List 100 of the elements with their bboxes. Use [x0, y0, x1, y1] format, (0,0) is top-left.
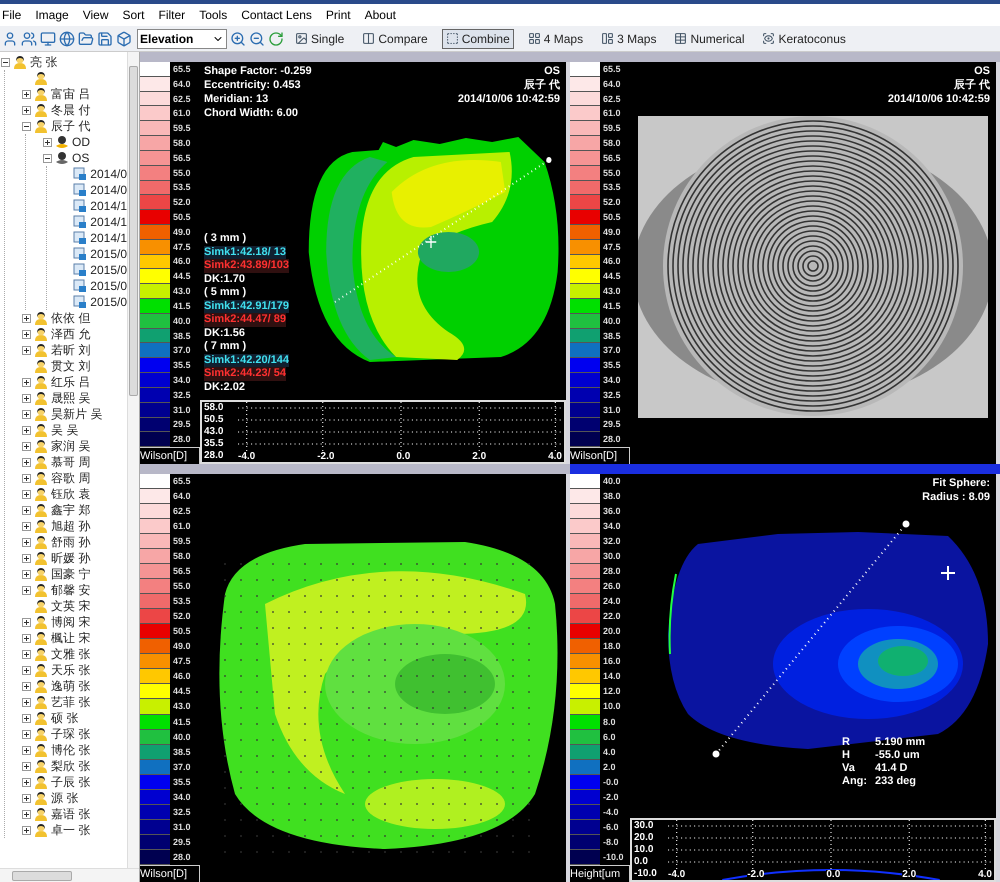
- tree-item-label[interactable]: 郁馨 安: [51, 581, 90, 599]
- tree-item-label[interactable]: 旭超 孙: [51, 517, 90, 535]
- menu-item[interactable]: About: [364, 6, 396, 24]
- expand-icon[interactable]: [22, 410, 30, 418]
- tree-item-label[interactable]: 昕媛 孙: [51, 549, 90, 567]
- tree-item-label[interactable]: 辰子 代: [51, 117, 90, 135]
- menu-item[interactable]: Contact Lens: [241, 6, 312, 24]
- expand-icon[interactable]: [22, 730, 30, 738]
- view-mode-button[interactable]: 4 Maps: [524, 28, 588, 48]
- toolbar-icon[interactable]: [116, 30, 132, 46]
- tree-item-label[interactable]: 2014/1: [90, 229, 127, 247]
- expand-icon[interactable]: [22, 90, 30, 98]
- tree-item-label[interactable]: 文英 宋: [51, 597, 90, 615]
- view-mode-button[interactable]: Combine: [442, 28, 514, 48]
- tree-item-label[interactable]: 依依 但: [51, 309, 90, 327]
- tree-item-label[interactable]: 逸萌 张: [51, 677, 90, 695]
- tree-item-label[interactable]: 嘉语 张: [51, 805, 90, 823]
- tree-item-label[interactable]: OS: [72, 149, 90, 167]
- toolbar-icon[interactable]: [40, 30, 56, 46]
- tree-item-label[interactable]: 博伦 张: [51, 741, 90, 759]
- menu-item[interactable]: Image: [35, 6, 69, 24]
- expand-icon[interactable]: [42, 138, 52, 146]
- menu-item[interactable]: Sort: [122, 6, 145, 24]
- toolbar-icon[interactable]: [97, 30, 113, 46]
- zoom-in-icon[interactable]: [230, 30, 246, 46]
- collapse-icon[interactable]: [22, 122, 30, 130]
- menu-item[interactable]: Print: [326, 6, 351, 24]
- expand-icon[interactable]: [22, 346, 30, 354]
- expand-icon[interactable]: [22, 554, 30, 562]
- expand-icon[interactable]: [22, 826, 30, 834]
- expand-icon[interactable]: [22, 378, 30, 386]
- tree-item-label[interactable]: 若昕 刘: [51, 341, 90, 359]
- expand-icon[interactable]: [22, 698, 30, 706]
- vertical-scrollbar[interactable]: [127, 52, 139, 868]
- expand-icon[interactable]: [22, 474, 30, 482]
- refresh-icon[interactable]: [268, 30, 284, 46]
- expand-icon[interactable]: [22, 538, 30, 546]
- tree-item-label[interactable]: 2015/0: [90, 293, 127, 311]
- menu-item[interactable]: View: [82, 6, 108, 24]
- tree-item-label[interactable]: 楓让 宋: [51, 629, 90, 647]
- zoom-out-icon[interactable]: [249, 30, 265, 46]
- expand-icon[interactable]: [22, 650, 30, 658]
- map-type-dropdown[interactable]: Elevation: [137, 28, 227, 48]
- expand-icon[interactable]: [22, 570, 30, 578]
- tree-item-label[interactable]: 卓一 张: [51, 821, 90, 839]
- tree-item-label[interactable]: 泽西 允: [51, 325, 90, 343]
- tree-item-label[interactable]: 晟熙 吴: [51, 389, 90, 407]
- expand-icon[interactable]: [22, 746, 30, 754]
- view-mode-button[interactable]: Single: [291, 28, 348, 48]
- view-mode-button[interactable]: Compare: [358, 28, 432, 48]
- expand-icon[interactable]: [22, 586, 30, 594]
- tree-item-label[interactable]: 吴 吴: [51, 421, 78, 439]
- toolbar-icon[interactable]: [2, 30, 18, 46]
- expand-icon[interactable]: [22, 442, 30, 450]
- menu-item[interactable]: File: [2, 6, 22, 24]
- tree-item-label[interactable]: OD: [72, 133, 90, 151]
- tree-item-label[interactable]: 家润 吴: [51, 437, 90, 455]
- menu-item[interactable]: Filter: [158, 6, 186, 24]
- tree-item-label[interactable]: 2015/0: [90, 245, 127, 263]
- tree-item-label[interactable]: 子辰 张: [51, 773, 90, 791]
- tree-item-label[interactable]: 红乐 吕: [51, 373, 90, 391]
- tree-item-label[interactable]: 亮 张: [30, 53, 58, 71]
- expand-icon[interactable]: [22, 666, 30, 674]
- expand-icon[interactable]: [22, 762, 30, 770]
- tree-item-label[interactable]: 文雅 张: [51, 645, 90, 663]
- tree-item-label[interactable]: 博阅 宋: [51, 613, 90, 631]
- horizontal-scrollbar[interactable]: [0, 868, 139, 882]
- tree-item-label[interactable]: 鑫宇 郑: [51, 501, 90, 519]
- tree-item-label[interactable]: 天乐 张: [51, 661, 90, 679]
- menu-item[interactable]: Tools: [199, 6, 228, 24]
- tree-item-label[interactable]: 源 张: [51, 789, 78, 807]
- tree-item-label[interactable]: 梨欣 张: [51, 757, 90, 775]
- expand-icon[interactable]: [22, 394, 30, 402]
- toolbar-icon[interactable]: [21, 30, 37, 46]
- view-mode-button[interactable]: Numerical: [670, 28, 748, 48]
- expand-icon[interactable]: [22, 314, 30, 322]
- tree-item-label[interactable]: 2015/0: [90, 277, 127, 295]
- expand-icon[interactable]: [22, 426, 30, 434]
- expand-icon[interactable]: [22, 330, 30, 338]
- expand-icon[interactable]: [22, 714, 30, 722]
- expand-icon[interactable]: [22, 618, 30, 626]
- expand-icon[interactable]: [22, 634, 30, 642]
- expand-icon[interactable]: [22, 794, 30, 802]
- expand-icon[interactable]: [22, 106, 30, 114]
- tree-item-label[interactable]: 钰欣 袁: [51, 485, 90, 503]
- tree-item-label[interactable]: 富宙 吕: [51, 85, 90, 103]
- tree-item-label[interactable]: 贯文 刘: [51, 357, 90, 375]
- toolbar-icon[interactable]: [59, 30, 75, 46]
- tree-item-label[interactable]: 硕 张: [51, 709, 78, 727]
- expand-icon[interactable]: [22, 682, 30, 690]
- tree-item-label[interactable]: 容歌 周: [51, 469, 90, 487]
- tree-item-label[interactable]: 冬晨 付: [51, 101, 90, 119]
- view-mode-button[interactable]: Keratoconus: [758, 28, 850, 48]
- toolbar-icon[interactable]: [78, 30, 94, 46]
- tree-item-label[interactable]: 国豪 宁: [51, 565, 90, 583]
- tree-item-label[interactable]: 2015/0: [90, 261, 127, 279]
- tree-item-label[interactable]: 昊新片 吴: [51, 405, 102, 423]
- collapse-icon[interactable]: [42, 154, 52, 162]
- expand-icon[interactable]: [22, 810, 30, 818]
- tree-item-label[interactable]: 子琛 张: [51, 725, 90, 743]
